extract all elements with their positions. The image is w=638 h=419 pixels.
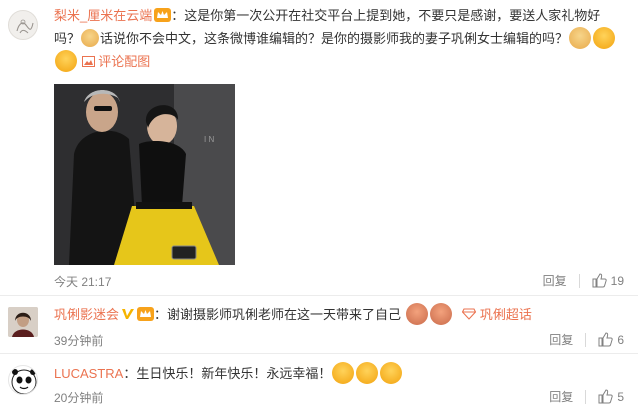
reply-button[interactable]: 回复	[543, 272, 567, 289]
comment-body-line2b: 话说你不会中文，这条微博谁编辑的？是你的摄影师我的妻子巩俐女士编辑的吗？	[100, 31, 569, 46]
comment-actions: 回复 19	[543, 272, 624, 289]
comment-body: ：谢谢摄影师巩俐老师在这一天带来了自己	[154, 307, 402, 322]
super-topic-link[interactable]: 巩俐超话	[462, 307, 532, 322]
comment-time: 20分钟前	[54, 391, 104, 405]
verified-v-icon	[121, 305, 135, 319]
svg-text:I N: I N	[204, 135, 214, 144]
thumbs-up-icon	[592, 273, 607, 288]
reply-button[interactable]: 回复	[549, 331, 573, 348]
crying-laugh-emoji-icon	[380, 362, 403, 384]
comment-text: LUCASTRA：生日快乐！新年快乐！永远幸福！	[54, 362, 624, 385]
comment-text: 梨米_厘米在云端 ：这是你第一次公开在社交平台上提到她，不要只是感谢，要送人家礼…	[54, 4, 624, 73]
member-crown-icon	[154, 6, 172, 22]
goggle-emoji-icon	[405, 303, 428, 325]
like-button[interactable]: 19	[592, 273, 624, 288]
thumbs-up-icon	[598, 332, 614, 347]
avatar[interactable]	[8, 307, 38, 337]
doge-emoji-icon	[81, 29, 100, 47]
comment-actions: 回复 6	[549, 331, 624, 348]
surprised-emoji-icon	[55, 50, 77, 72]
username-link[interactable]: 梨米_厘米在云端	[54, 8, 152, 23]
like-count: 19	[610, 273, 624, 288]
member-crown-icon	[137, 305, 155, 321]
avatar[interactable]	[8, 10, 38, 40]
couple-photo-image: I N	[54, 84, 235, 265]
doge-emoji-icon	[569, 27, 592, 49]
like-count: 6	[617, 332, 624, 347]
image-icon	[81, 56, 95, 67]
crying-laugh-emoji-icon	[356, 362, 379, 384]
reply-button[interactable]: 回复	[549, 388, 573, 405]
comment-2: 巩俐影迷会 ：谢谢摄影师巩俐老师在这一天带来了自己 巩俐超话 39分钟前 回复 …	[0, 296, 638, 352]
super-topic-icon	[462, 308, 477, 320]
comment-body-line2a: 吗？	[54, 31, 81, 46]
comment-body-line1: ：这是你第一次公开在社交平台上提到她，不要只是感谢，要送人家礼物好	[171, 8, 601, 23]
comment-photo[interactable]: I N	[54, 84, 235, 265]
comment-text: 巩俐影迷会 ：谢谢摄影师巩俐老师在这一天带来了自己 巩俐超话	[54, 303, 624, 326]
avatar-portrait-icon	[8, 307, 38, 337]
view-comment-pic-link[interactable]: 评论配图	[81, 54, 151, 69]
view-pic-label: 评论配图	[98, 54, 151, 69]
username-link[interactable]: LUCASTRA	[54, 366, 123, 381]
thumbs-up-icon	[598, 389, 614, 404]
avatar-sketch-icon	[16, 19, 34, 34]
super-topic-label: 巩俐超话	[479, 307, 532, 322]
goggle-emoji-icon	[429, 303, 452, 325]
like-button[interactable]: 5	[598, 389, 624, 404]
username-link[interactable]: 巩俐影迷会	[54, 307, 119, 322]
comment-1: 梨米_厘米在云端 ：这是你第一次公开在社交平台上提到她，不要只是感谢，要送人家礼…	[0, 0, 638, 295]
like-button[interactable]: 6	[598, 332, 624, 347]
comment-time: 今天 21:17	[54, 275, 112, 289]
comment-3: LUCASTRA：生日快乐！新年快乐！永远幸福！ 20分钟前 回复 5	[0, 354, 638, 419]
laughing-emoji-icon	[593, 27, 616, 49]
comment-body: ：生日快乐！新年快乐！永远幸福！	[123, 366, 332, 381]
avatar[interactable]	[8, 365, 38, 395]
panda-avatar-icon	[11, 369, 37, 394]
comment-time: 39分钟前	[54, 334, 104, 348]
like-count: 5	[617, 389, 624, 404]
divider	[585, 332, 587, 347]
comment-actions: 回复 5	[549, 388, 624, 405]
divider	[585, 389, 587, 404]
crying-laugh-emoji-icon	[332, 362, 355, 384]
divider	[578, 273, 580, 288]
